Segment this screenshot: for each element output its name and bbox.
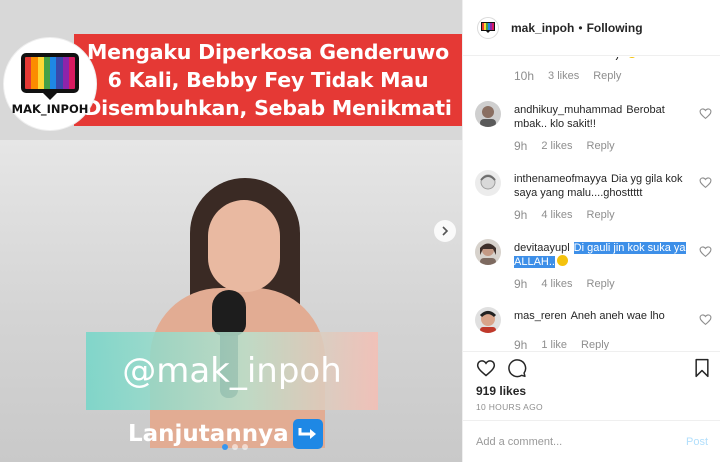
headline-text: Mengaku Diperkosa Genderuwo 6 Kali, Bebb… xyxy=(84,40,452,120)
commenter-username[interactable]: mas_reren xyxy=(514,310,567,322)
comment-body: andhikuy_muhammad Berobat mbak.. klo saki… xyxy=(514,103,686,131)
tv-icon xyxy=(21,53,79,93)
comment-body: inthenameofmayya Dia yg gila kok saya yan… xyxy=(514,172,686,200)
comment-body: devitaayupl Di gauli jin kok suka ya ALLA… xyxy=(514,241,686,269)
comment-heart-icon[interactable] xyxy=(699,176,712,189)
reply-button[interactable]: Reply xyxy=(581,339,609,350)
reply-button[interactable]: Reply xyxy=(587,140,615,152)
commenter-username[interactable]: andhikuy_muhammad xyxy=(514,104,622,116)
following-button[interactable]: Following xyxy=(587,21,643,35)
carousel-dot xyxy=(242,444,248,450)
comment-likes[interactable]: 3 likes xyxy=(548,70,579,82)
comment-heart-icon[interactable] xyxy=(699,107,712,120)
account-avatar[interactable] xyxy=(477,16,499,39)
post-side-panel: mak_inpoh • Following 10h 3 likes Reply … xyxy=(462,0,720,462)
handle-overlay-text: @mak_inpoh xyxy=(122,351,342,391)
post-comment-button[interactable]: Post xyxy=(686,436,708,448)
comment-heart-icon[interactable] xyxy=(699,313,712,326)
tv-stand-icon xyxy=(42,92,58,100)
comment-time: 9h xyxy=(514,208,528,222)
comment-likes[interactable]: 2 likes xyxy=(541,140,572,152)
comma-glyph xyxy=(615,57,619,60)
microphone xyxy=(212,290,246,336)
comment-heart-icon[interactable] xyxy=(699,245,712,258)
handle-overlay: @mak_inpoh xyxy=(86,332,378,410)
commenter-avatar[interactable] xyxy=(475,170,501,196)
tv-logo-icon xyxy=(481,21,495,33)
comment-likes[interactable]: 4 likes xyxy=(541,209,572,221)
commenter-avatar[interactable] xyxy=(475,239,501,265)
comment-time: 9h xyxy=(514,139,528,153)
comment-bubble-icon[interactable] xyxy=(507,358,527,378)
emoji-icon xyxy=(629,57,635,58)
header-separator: • xyxy=(578,20,583,35)
reply-button[interactable]: Reply xyxy=(587,278,615,290)
comment-likes[interactable]: 1 like xyxy=(541,339,567,350)
commenter-username[interactable]: inthenameofmayya xyxy=(514,173,607,185)
brand-logo: MAK_INPOH xyxy=(4,38,96,130)
comment-meta: 9h 4 likes Reply xyxy=(514,277,615,291)
comment-likes[interactable]: 4 likes xyxy=(541,278,572,290)
comment-time: 9h xyxy=(514,277,528,291)
chevron-right-icon xyxy=(442,226,449,236)
continue-caption-text: Lanjutannya xyxy=(128,421,289,447)
carousel-dot xyxy=(222,444,228,450)
disappointed-emoji-icon xyxy=(556,255,568,266)
post-header: mak_inpoh • Following xyxy=(463,0,720,56)
comment-meta: 9h 4 likes Reply xyxy=(514,208,615,222)
comment-body: mas_reren Aneh aneh wae lho xyxy=(514,309,686,323)
commenter-avatar[interactable] xyxy=(475,101,501,127)
like-heart-icon[interactable] xyxy=(476,358,496,378)
comment-meta: 9h 2 likes Reply xyxy=(514,139,615,153)
logo-text: MAK_INPOH xyxy=(11,102,89,116)
comment-composer: Post xyxy=(463,420,720,462)
comment-time: 10h xyxy=(514,69,535,83)
comments-list[interactable]: 10h 3 likes Reply andhikuy_muhammad Berob… xyxy=(463,57,720,350)
carousel-indicator xyxy=(222,444,248,450)
comment-meta: 9h 1 like Reply xyxy=(514,338,609,350)
reply-button[interactable]: Reply xyxy=(587,209,615,221)
headline-banner: Mengaku Diperkosa Genderuwo 6 Kali, Bebb… xyxy=(74,34,462,126)
commenter-avatar[interactable] xyxy=(475,307,501,333)
add-comment-input[interactable] xyxy=(476,435,686,448)
presenter-face xyxy=(208,200,280,292)
likes-count[interactable]: 919 likes xyxy=(476,384,526,398)
return-arrow-icon xyxy=(292,419,323,449)
reply-button[interactable]: Reply xyxy=(593,70,621,82)
post-timestamp: 10 HOURS AGO xyxy=(476,402,543,412)
bookmark-icon[interactable] xyxy=(693,358,711,378)
comment-time: 9h xyxy=(514,338,528,350)
account-name-link[interactable]: mak_inpoh xyxy=(511,21,574,35)
carousel-next-button[interactable] xyxy=(434,220,456,242)
carousel-dot xyxy=(232,444,238,450)
comment-meta: 10h 3 likes Reply xyxy=(514,69,621,83)
post-actions: 919 likes 10 HOURS AGO xyxy=(463,351,720,415)
comment-text: Aneh aneh wae lho xyxy=(570,310,665,322)
commenter-username[interactable]: devitaayupl xyxy=(514,242,570,254)
post-media[interactable]: Mengaku Diperkosa Genderuwo 6 Kali, Bebb… xyxy=(0,0,462,462)
logo-stripe xyxy=(68,57,75,89)
